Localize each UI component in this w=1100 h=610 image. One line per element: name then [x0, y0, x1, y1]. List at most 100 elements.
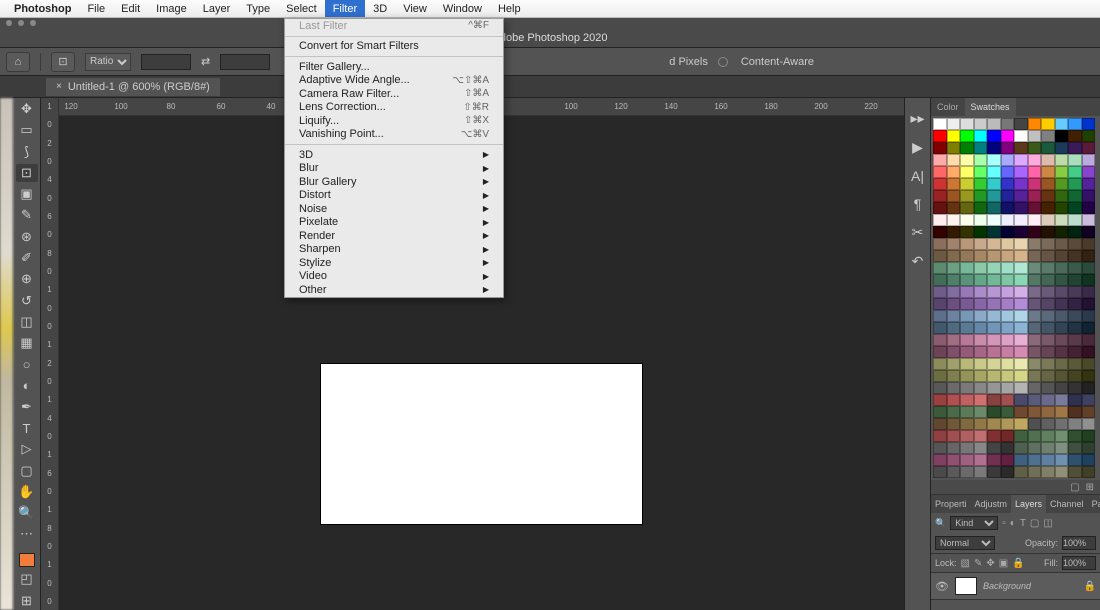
swatch[interactable] — [1082, 298, 1096, 310]
swatch[interactable] — [1014, 322, 1028, 334]
lasso-tool[interactable]: ⟆ — [16, 143, 38, 161]
lock-brush-icon[interactable]: ✎ — [974, 558, 982, 569]
swatch[interactable] — [1068, 190, 1082, 202]
swatch[interactable] — [947, 250, 961, 262]
swatch[interactable] — [960, 250, 974, 262]
crop-tool[interactable]: ⊡ — [16, 164, 38, 182]
new-swatch-icon[interactable]: ▢ — [1070, 482, 1079, 493]
swatch[interactable] — [960, 274, 974, 286]
swatch[interactable] — [1082, 166, 1096, 178]
swatch[interactable] — [1028, 466, 1042, 478]
swatch[interactable] — [1055, 274, 1069, 286]
swatch[interactable] — [947, 154, 961, 166]
swatch[interactable] — [1041, 370, 1055, 382]
swatch[interactable] — [1028, 346, 1042, 358]
close-dot[interactable] — [6, 20, 12, 26]
swatch[interactable] — [1001, 406, 1015, 418]
swatch[interactable] — [1041, 454, 1055, 466]
swatch[interactable] — [947, 334, 961, 346]
swatch[interactable] — [960, 442, 974, 454]
swatch[interactable] — [1055, 238, 1069, 250]
ratio-width-input[interactable] — [141, 54, 191, 70]
swatch[interactable] — [960, 334, 974, 346]
swatch[interactable] — [987, 430, 1001, 442]
swatch[interactable] — [987, 118, 1001, 130]
lock-position-icon[interactable]: ✥ — [986, 558, 994, 569]
menu-help[interactable]: Help — [490, 0, 529, 17]
swatch[interactable] — [1082, 358, 1096, 370]
swatch[interactable] — [960, 238, 974, 250]
swatch[interactable] — [1001, 382, 1015, 394]
swatch[interactable] — [1068, 274, 1082, 286]
swatch[interactable] — [1001, 274, 1015, 286]
move-tool[interactable]: ✥ — [16, 100, 38, 118]
swatch[interactable] — [947, 118, 961, 130]
swatch[interactable] — [974, 298, 988, 310]
swatch[interactable] — [987, 274, 1001, 286]
swatch[interactable] — [947, 274, 961, 286]
swatch[interactable] — [1001, 466, 1015, 478]
swatch[interactable] — [1068, 226, 1082, 238]
swatch[interactable] — [1014, 382, 1028, 394]
foreground-color-swatch[interactable] — [19, 553, 35, 568]
rectangle-tool[interactable]: ▢ — [16, 462, 38, 480]
swatch[interactable] — [1001, 166, 1015, 178]
swatch[interactable] — [974, 466, 988, 478]
menu-layer[interactable]: Layer — [195, 0, 239, 17]
swatch[interactable] — [947, 262, 961, 274]
swatch[interactable] — [960, 214, 974, 226]
swatch[interactable] — [1082, 262, 1096, 274]
submenu-distort[interactable]: Distort — [285, 189, 503, 203]
swatch[interactable] — [974, 154, 988, 166]
swatch[interactable] — [1014, 286, 1028, 298]
swatch[interactable] — [933, 322, 947, 334]
adjustments-tab[interactable]: Adjustm — [971, 495, 1012, 513]
swatch[interactable] — [974, 370, 988, 382]
swatch[interactable] — [1055, 190, 1069, 202]
swatch[interactable] — [1028, 286, 1042, 298]
content-aware-checkbox[interactable] — [718, 57, 728, 67]
swatch[interactable] — [1068, 406, 1082, 418]
swatch[interactable] — [987, 286, 1001, 298]
swatch[interactable] — [1014, 178, 1028, 190]
submenu-blur[interactable]: Blur — [285, 162, 503, 176]
swatch[interactable] — [933, 262, 947, 274]
swatch[interactable] — [960, 226, 974, 238]
swatch[interactable] — [1014, 442, 1028, 454]
swatch[interactable] — [974, 442, 988, 454]
swatch[interactable] — [1041, 442, 1055, 454]
swatch[interactable] — [1082, 454, 1096, 466]
swatch[interactable] — [974, 334, 988, 346]
swatch[interactable] — [960, 418, 974, 430]
swatch[interactable] — [1068, 322, 1082, 334]
swatch[interactable] — [1055, 250, 1069, 262]
swatch[interactable] — [933, 418, 947, 430]
swatch[interactable] — [1082, 334, 1096, 346]
swatch[interactable] — [947, 442, 961, 454]
swatch[interactable] — [1028, 238, 1042, 250]
swatch[interactable] — [1001, 202, 1015, 214]
close-tab-icon[interactable]: × — [56, 81, 62, 92]
swatch[interactable] — [960, 454, 974, 466]
marquee-tool[interactable]: ▭ — [16, 121, 38, 139]
swatch[interactable] — [1014, 298, 1028, 310]
color-tab[interactable]: Color — [931, 98, 965, 116]
submenu-pixelate[interactable]: Pixelate — [285, 216, 503, 230]
swatch[interactable] — [1014, 202, 1028, 214]
swatch[interactable] — [1055, 442, 1069, 454]
zoom-tool[interactable]: 🔍 — [16, 504, 38, 522]
swatch[interactable] — [947, 454, 961, 466]
swatch[interactable] — [1001, 346, 1015, 358]
swatch[interactable] — [947, 298, 961, 310]
swatch[interactable] — [1028, 190, 1042, 202]
swatch[interactable] — [1055, 418, 1069, 430]
paragraph-icon[interactable]: ¶ — [914, 196, 922, 212]
swatch[interactable] — [1001, 190, 1015, 202]
swatch[interactable] — [933, 286, 947, 298]
swatch[interactable] — [1001, 118, 1015, 130]
swatch[interactable] — [1001, 442, 1015, 454]
swatch[interactable] — [1082, 238, 1096, 250]
swatch[interactable] — [1055, 322, 1069, 334]
swatch[interactable] — [1055, 406, 1069, 418]
menu-file[interactable]: File — [79, 0, 113, 17]
